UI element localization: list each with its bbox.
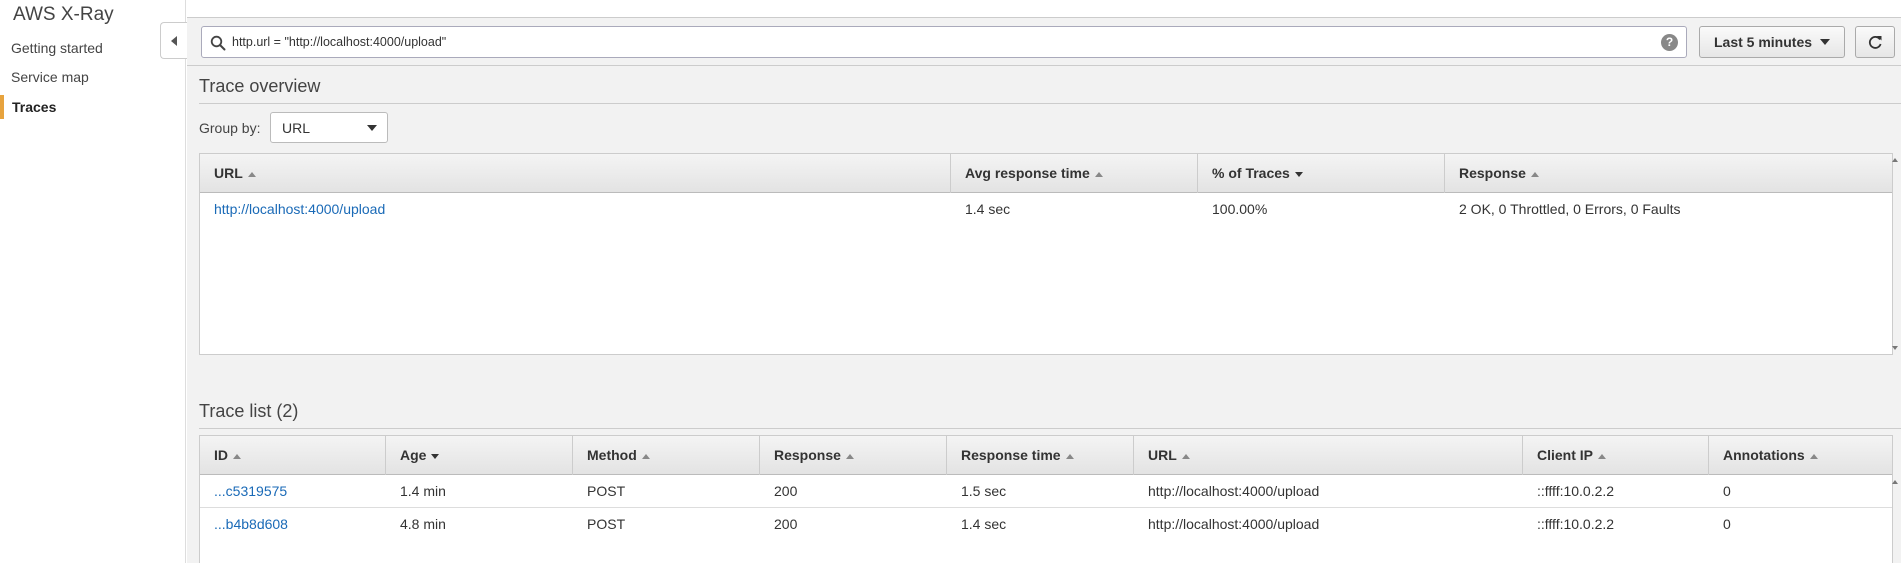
- time-range-label: Last 5 minutes: [1713, 34, 1813, 50]
- top-strip: [187, 0, 1901, 18]
- group-by-select[interactable]: URL: [270, 112, 388, 143]
- trace-age: 1.4 min: [400, 483, 446, 499]
- table-header: ID Age Method Response Response time URL…: [200, 436, 1892, 475]
- trace-age: 4.8 min: [400, 516, 446, 532]
- trace-url: http://localhost:4000/upload: [1148, 483, 1320, 499]
- column-header-response[interactable]: Response: [1445, 154, 1892, 193]
- trace-response-time: 1.5 sec: [961, 483, 1007, 499]
- table-row[interactable]: ...c5319575 1.4 min POST 200 1.5 sec htt…: [200, 475, 1892, 508]
- sort-down-icon: [1294, 171, 1303, 177]
- column-header-id[interactable]: ID: [200, 436, 386, 475]
- column-header-url[interactable]: URL: [200, 154, 951, 193]
- trace-url: http://localhost:4000/upload: [1148, 516, 1320, 532]
- trace-overview-title: Trace overview: [199, 76, 321, 96]
- scroll-up-icon[interactable]: [1892, 158, 1898, 162]
- trace-method: POST: [587, 483, 626, 499]
- sort-up-icon: [1598, 453, 1607, 459]
- column-header-response[interactable]: Response: [760, 436, 947, 475]
- column-header-url[interactable]: URL: [1134, 436, 1523, 475]
- sidebar-item-service-map[interactable]: Service map: [0, 65, 186, 89]
- app-title: AWS X-Ray: [13, 4, 114, 25]
- chevron-down-icon: [367, 125, 377, 131]
- column-header-response-time[interactable]: Response time: [947, 436, 1134, 475]
- main-content: http.url = "http://localhost:4000/upload…: [187, 0, 1901, 563]
- filter-expression-text[interactable]: http.url = "http://localhost:4000/upload…: [232, 35, 446, 49]
- filter-expression-input[interactable]: http.url = "http://localhost:4000/upload…: [201, 26, 1687, 58]
- overview-percent: 100.00%: [1212, 201, 1268, 217]
- trace-annotations: 0: [1723, 483, 1731, 499]
- trace-annotations: 0: [1723, 516, 1731, 532]
- column-header-annotations[interactable]: Annotations: [1709, 436, 1892, 475]
- collapse-sidebar-button[interactable]: [160, 22, 187, 59]
- scroll-down-icon[interactable]: [1892, 346, 1898, 350]
- trace-client-ip: ::ffff:10.0.2.2: [1537, 483, 1615, 499]
- table-row[interactable]: ...b4b8d608 4.8 min POST 200 1.4 sec htt…: [200, 508, 1892, 541]
- group-by-value: URL: [282, 120, 311, 136]
- trace-list-title: Trace list (2): [199, 401, 299, 421]
- group-by-label: Group by:: [199, 120, 261, 136]
- refresh-button[interactable]: [1855, 26, 1895, 58]
- sort-up-icon: [1094, 171, 1103, 177]
- trace-overview-table: URL Avg response time % of Traces Respon…: [199, 153, 1898, 355]
- refresh-icon: [1868, 36, 1882, 49]
- column-header-age[interactable]: Age: [386, 436, 573, 475]
- section-divider: [199, 103, 1901, 104]
- overview-response-summary: 2 OK, 0 Throttled, 0 Errors, 0 Faults: [1459, 201, 1681, 217]
- chevron-left-icon: [171, 35, 177, 46]
- trace-method: POST: [587, 516, 626, 532]
- sort-up-icon: [1065, 453, 1074, 459]
- overview-url-link[interactable]: http://localhost:4000/upload: [200, 193, 385, 226]
- time-range-button[interactable]: Last 5 minutes: [1699, 26, 1845, 58]
- sidebar-item-getting-started[interactable]: Getting started: [0, 36, 186, 60]
- column-header-avg-response-time[interactable]: Avg response time: [951, 154, 1198, 193]
- trace-client-ip: ::ffff:10.0.2.2: [1537, 516, 1615, 532]
- trace-response: 200: [774, 516, 798, 532]
- table-header: URL Avg response time % of Traces Respon…: [200, 154, 1892, 193]
- scroll-up-icon[interactable]: [1892, 480, 1898, 484]
- column-header-method[interactable]: Method: [573, 436, 760, 475]
- trace-response: 200: [774, 483, 798, 499]
- overview-avg-response: 1.4 sec: [965, 201, 1011, 217]
- sort-up-icon: [641, 453, 650, 459]
- sort-up-icon: [1809, 453, 1818, 459]
- sort-up-icon: [1181, 453, 1190, 459]
- sort-up-icon: [247, 171, 256, 177]
- sort-up-icon: [845, 453, 854, 459]
- trace-response-time: 1.4 sec: [961, 516, 1007, 532]
- filter-toolbar: http.url = "http://localhost:4000/upload…: [187, 18, 1901, 66]
- section-divider: [199, 428, 1901, 429]
- search-icon: [210, 35, 226, 51]
- column-header-client-ip[interactable]: Client IP: [1523, 436, 1709, 475]
- trace-id-link[interactable]: ...c5319575: [200, 475, 287, 508]
- help-icon[interactable]: ?: [1661, 34, 1678, 51]
- sort-down-icon: [431, 453, 440, 459]
- sidebar-item-traces[interactable]: Traces: [0, 95, 186, 119]
- column-header-percent-traces[interactable]: % of Traces: [1198, 154, 1445, 193]
- chevron-down-icon: [1820, 39, 1831, 45]
- trace-id-link[interactable]: ...b4b8d608: [200, 508, 288, 541]
- table-row[interactable]: http://localhost:4000/upload 1.4 sec 100…: [200, 193, 1892, 226]
- sidebar: AWS X-Ray Getting started Service map Tr…: [0, 0, 187, 563]
- sort-up-icon: [233, 453, 241, 459]
- sort-up-icon: [1530, 171, 1539, 177]
- trace-list-table: ID Age Method Response Response time URL…: [199, 435, 1898, 563]
